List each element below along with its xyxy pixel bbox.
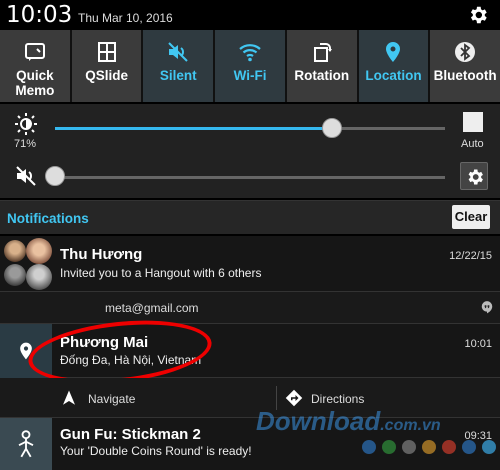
notification-time: 12/22/15 — [449, 250, 492, 262]
quick-memo-icon — [24, 43, 45, 61]
volume-slider-thumb[interactable] — [45, 166, 65, 186]
volume-slider-track[interactable] — [55, 176, 445, 179]
tile-label: Location — [365, 68, 422, 83]
avatar — [26, 264, 52, 290]
brightness-slider-thumb[interactable] — [321, 118, 342, 138]
avatar — [26, 238, 52, 264]
watermark-dot — [422, 440, 436, 454]
date-label: Thu Mar 10, 2016 — [78, 11, 173, 25]
tile-bluetooth[interactable]: Bluetooth — [430, 30, 500, 102]
tile-label: Bluetooth — [433, 68, 497, 83]
notification-hangout[interactable]: Thu Hương Invited you to a Hangout with … — [0, 236, 500, 292]
watermark-dot — [482, 440, 496, 454]
tile-location[interactable]: Location — [358, 30, 429, 102]
notifications-title: Notifications — [7, 211, 89, 226]
tile-silent[interactable]: Silent — [143, 30, 214, 102]
watermark-dot — [462, 440, 476, 454]
brightness-sun-icon — [15, 113, 37, 135]
brightness-row: 71% — [0, 104, 500, 156]
clear-notifications-button[interactable]: Clear — [452, 205, 490, 229]
muted-speaker-icon — [16, 166, 36, 186]
directions-icon — [285, 389, 303, 407]
game-thumbnail — [0, 418, 52, 470]
tile-label: Wi-Fi — [233, 68, 267, 83]
watermark-tld: .com.vn — [380, 417, 441, 434]
navigate-arrow-icon — [63, 390, 75, 405]
brightness-slider-fill — [55, 127, 332, 130]
notification-subtitle: Invited you to a Hangout with 6 others — [60, 266, 262, 280]
avatar — [4, 264, 26, 286]
watermark: Download.com.vn — [256, 406, 441, 437]
quick-settings-tiles: Quick Memo QSlide Silent Wi-Fi Rotation … — [0, 30, 500, 102]
watermark-brand: Download — [256, 406, 381, 436]
stickman-icon — [18, 430, 34, 458]
watermark-dots — [362, 440, 496, 454]
tile-label: Silent — [159, 68, 197, 83]
rotation-icon — [313, 43, 332, 62]
location-icon — [386, 42, 401, 62]
directions-label: Directions — [311, 392, 365, 406]
silent-icon — [168, 42, 189, 62]
avatar — [4, 240, 26, 262]
watermark-dot — [402, 440, 416, 454]
notification-time: 10:01 — [464, 338, 492, 350]
tile-qslide[interactable]: QSlide — [71, 30, 142, 102]
notification-title: Gun Fu: Stickman 2 — [60, 426, 201, 443]
notifications-header: Notifications — [0, 200, 500, 234]
watermark-dot — [442, 440, 456, 454]
notification-account-row: meta@gmail.com — [0, 292, 500, 324]
bluetooth-icon — [455, 42, 476, 62]
tile-label: QSlide — [85, 68, 128, 83]
auto-brightness-checkbox[interactable] — [463, 112, 483, 132]
notification-subtitle: Your 'Double Coins Round' is ready! — [60, 444, 252, 458]
auto-brightness-label: Auto — [461, 138, 484, 150]
qslide-icon — [97, 42, 116, 62]
sound-settings-button[interactable] — [460, 162, 488, 190]
settings-gear-icon[interactable] — [467, 4, 489, 26]
gear-icon — [468, 169, 483, 185]
tile-rotation[interactable]: Rotation — [286, 30, 357, 102]
watermark-dot — [362, 440, 376, 454]
account-email: meta@gmail.com — [105, 301, 199, 315]
status-bar: 10:03 Thu Mar 10, 2016 — [0, 0, 500, 30]
wifi-icon — [239, 44, 261, 62]
clock: 10:03 — [6, 2, 73, 28]
tile-label: Rotation — [294, 68, 350, 83]
tile-quick-memo[interactable]: Quick Memo — [0, 30, 70, 102]
hangouts-icon — [481, 301, 493, 314]
notification-title: Thu Hương — [60, 246, 143, 263]
tile-label: Quick Memo — [15, 68, 55, 98]
tile-wifi[interactable]: Wi-Fi — [215, 30, 285, 102]
navigate-label: Navigate — [88, 392, 136, 406]
watermark-dot — [382, 440, 396, 454]
brightness-percent: 71% — [14, 138, 37, 150]
navigate-action[interactable]: Navigate — [0, 378, 276, 418]
